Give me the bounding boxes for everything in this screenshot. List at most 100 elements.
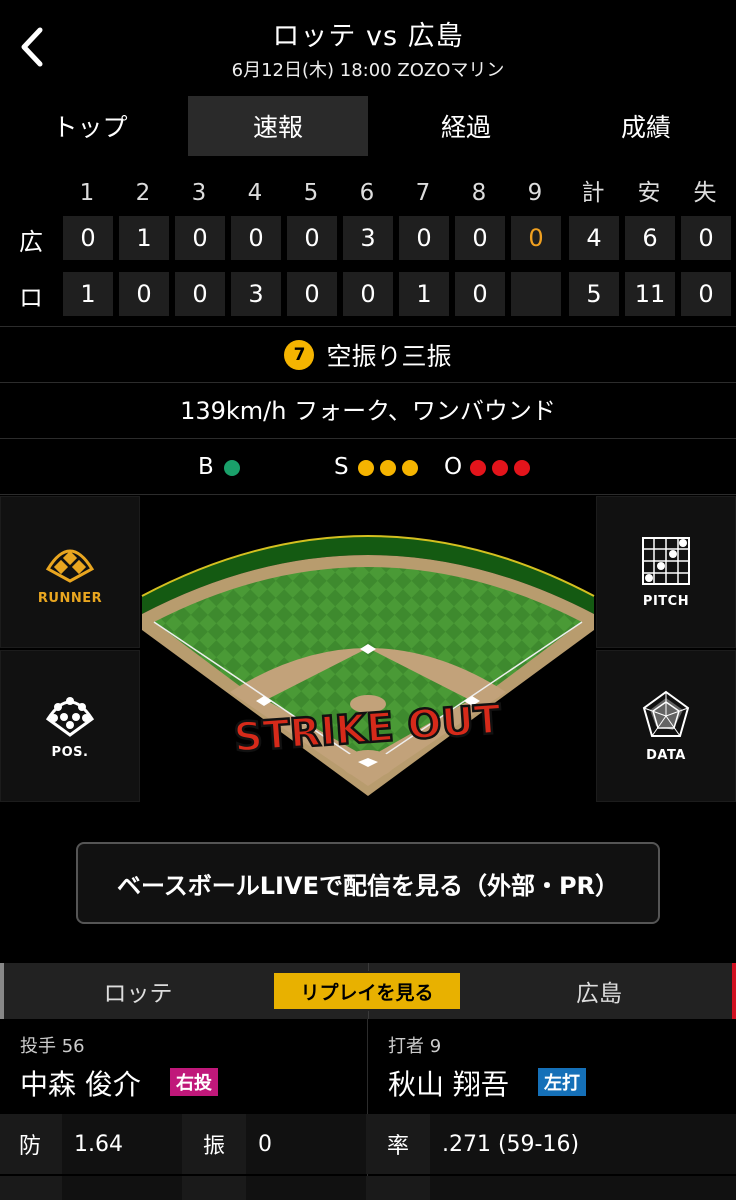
- radar-chart-icon: [642, 690, 690, 737]
- inning-header: 失: [693, 180, 717, 206]
- runner-button[interactable]: RUNNER: [0, 496, 140, 648]
- batter-role: 打者 9: [388, 1036, 442, 1057]
- pitcher-stat-value: [246, 1176, 366, 1200]
- score-cell: 0: [681, 272, 731, 316]
- inning-header: 2: [135, 180, 151, 206]
- data-label: DATA: [646, 747, 686, 763]
- team-abbr: 広: [19, 228, 43, 256]
- inning-header: 5: [303, 180, 319, 206]
- play-result: 7 空振り三振: [0, 328, 736, 382]
- inning-header: 6: [359, 180, 375, 206]
- game-title: ロッテ vs 広島: [272, 21, 464, 52]
- team-bar: ロッテ 広島 リプレイを見る: [0, 963, 736, 1019]
- pitcher-stat-value: [62, 1176, 182, 1200]
- ball-count: B S O: [0, 440, 736, 494]
- score-cell: 3: [343, 216, 393, 260]
- inning-header: 8: [471, 180, 487, 206]
- inning-header: 9: [527, 180, 543, 206]
- score-cell: 0: [455, 272, 505, 316]
- inning-header: 4: [247, 180, 263, 206]
- pitch-button[interactable]: PITCH: [596, 496, 736, 648]
- inning-header: 3: [191, 180, 207, 206]
- baseball-field: STRIKE OUT: [140, 496, 596, 804]
- pitcher-stat-label: 防: [18, 1134, 41, 1159]
- pos-label: POS.: [51, 744, 89, 760]
- header: ロッテ vs 広島 6月12日(木) 18:00 ZOZOマリン: [0, 0, 736, 92]
- score-cell: 11: [625, 272, 675, 316]
- score-cell: 0: [287, 216, 337, 260]
- strike-label: S: [334, 454, 349, 480]
- batter-stat-label: 率: [386, 1134, 409, 1159]
- score-cell: 0: [231, 216, 281, 260]
- tab-top[interactable]: トップ: [0, 92, 180, 160]
- score-cell: 0: [455, 216, 505, 260]
- out-label: O: [444, 454, 463, 480]
- data-button[interactable]: DATA: [596, 650, 736, 802]
- score-cell: 0: [681, 216, 731, 260]
- live-stream-button[interactable]: ベースボールLIVEで配信を見る（外部・PR）: [76, 842, 660, 924]
- score-cell: 3: [231, 272, 281, 316]
- stats-row-partial: [0, 1176, 736, 1200]
- pitcher-name[interactable]: 中森 俊介: [20, 1063, 141, 1103]
- score-cell: 0: [343, 272, 393, 316]
- score-cell: 0: [175, 216, 225, 260]
- positions-icon: [45, 696, 95, 737]
- tab-progress[interactable]: 経過: [376, 92, 556, 160]
- score-cell: 4: [569, 216, 619, 260]
- tab-live[interactable]: 速報: [188, 96, 368, 156]
- batter-name[interactable]: 秋山 翔吾: [388, 1063, 509, 1103]
- score-cell: 5: [569, 272, 619, 316]
- score-cell: [511, 272, 561, 316]
- team-abbr: ロ: [19, 284, 43, 312]
- inning-header: 1: [79, 180, 95, 206]
- tab-bar: トップ 速報 経過 成績: [0, 92, 736, 160]
- pitcher-stat-label: 振: [202, 1134, 225, 1159]
- out-dot: [514, 460, 530, 476]
- pitch-label: PITCH: [642, 593, 690, 609]
- play-number-badge: 7: [284, 340, 315, 370]
- score-cell: 6: [625, 216, 675, 260]
- score-cell: 0: [287, 272, 337, 316]
- pitcher-stat-value: 0: [246, 1114, 366, 1174]
- strike-zone-icon: [642, 536, 690, 585]
- score-cell: 1: [399, 272, 449, 316]
- runner-label: RUNNER: [37, 590, 103, 606]
- score-cell: 1: [119, 216, 169, 260]
- stats-row: 防 1.64 振 0 率 .271 (59-16): [0, 1114, 736, 1174]
- pitcher-hand-badge: 右投: [170, 1068, 218, 1096]
- strike-dot: [358, 460, 374, 476]
- team-color-right: [732, 963, 736, 1019]
- score-cell: 0: [399, 216, 449, 260]
- team-tab-lotte[interactable]: ロッテ: [0, 963, 276, 1019]
- score-cell: 1: [63, 272, 113, 316]
- score-cell: 0: [63, 216, 113, 260]
- pitcher-role: 投手 56: [20, 1036, 85, 1057]
- strike-dot: [402, 460, 418, 476]
- batter-hand-badge: 左打: [538, 1068, 586, 1096]
- out-dot: [470, 460, 486, 476]
- pitcher-stat-value: 1.64: [62, 1114, 182, 1174]
- inning-header: 計: [581, 180, 605, 206]
- divider: [0, 382, 736, 383]
- field-area: RUNNER POS. STRIKE OUT PITCH DATA: [0, 496, 736, 804]
- score-cell: 0: [175, 272, 225, 316]
- ball-dot: [224, 460, 240, 476]
- pos-button[interactable]: POS.: [0, 650, 140, 802]
- score-cell: 0: [119, 272, 169, 316]
- replay-button[interactable]: リプレイを見る: [272, 971, 462, 1011]
- score-cell: 0: [511, 216, 561, 260]
- out-dot: [492, 460, 508, 476]
- divider: [0, 438, 736, 439]
- batter-stat-value: .271 (59-16): [430, 1114, 736, 1174]
- divider: [0, 494, 736, 495]
- ball-label: B: [198, 454, 214, 480]
- pitch-info: 139km/h フォーク、ワンバウンド: [180, 397, 556, 425]
- divider: [0, 326, 736, 327]
- batter-stat-value: [430, 1176, 736, 1200]
- play-result-text: 空振り三振: [326, 342, 452, 371]
- strike-dot: [380, 460, 396, 476]
- game-info: 6月12日(木) 18:00 ZOZOマリン: [231, 60, 505, 81]
- inning-header: 7: [415, 180, 431, 206]
- tab-stats[interactable]: 成績: [556, 92, 736, 160]
- team-tab-hiroshima[interactable]: 広島: [462, 963, 736, 1019]
